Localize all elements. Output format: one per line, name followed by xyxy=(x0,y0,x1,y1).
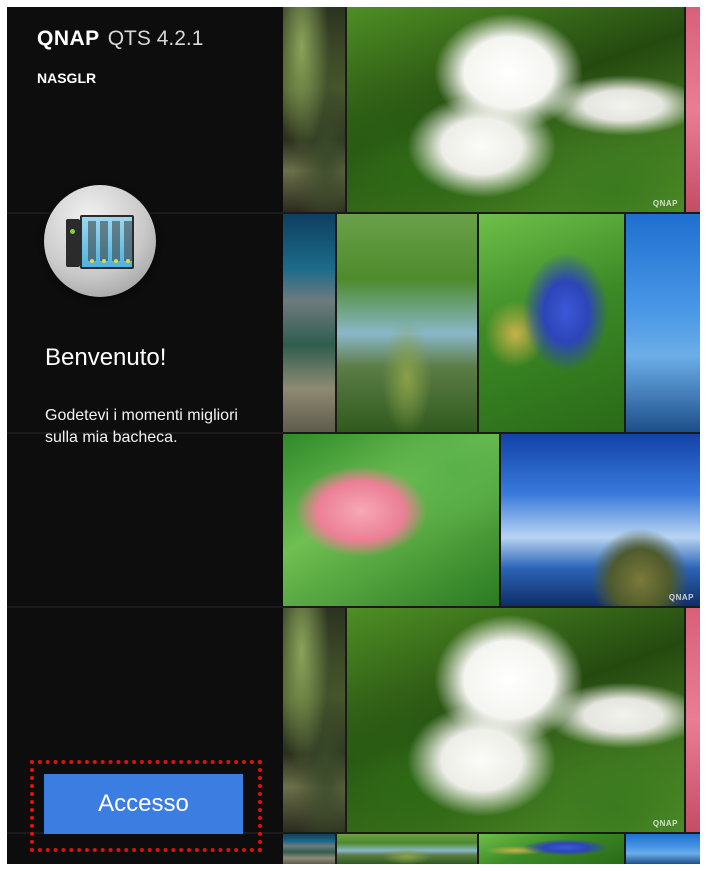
welcome-description: Godetevi i momenti migliori sulla mia ba… xyxy=(45,407,238,446)
photo-tile-pink-flower xyxy=(283,434,499,606)
watermark: QNAP xyxy=(652,819,678,828)
photo-tile-sea-house xyxy=(626,834,700,864)
firmware-version: QTS 4.2.1 xyxy=(107,27,204,50)
login-screen: QNAP QNAP QNAP QNAP QTS 4.2.1 NASGLR Ben… xyxy=(7,7,700,864)
photo-tile-blue-flower xyxy=(479,214,624,432)
photo-tile-coast xyxy=(283,214,335,432)
nas-hostname: NASGLR xyxy=(37,70,97,86)
welcome-panel: QNAP QTS 4.2.1 NASGLR Benvenuto! Godetevi… xyxy=(7,7,283,864)
photo-tile-white-flower: QNAP xyxy=(347,7,684,212)
photo-tile-forest xyxy=(283,608,345,832)
photo-tile-white-flower: QNAP xyxy=(347,608,684,832)
login-button[interactable]: Accesso xyxy=(44,774,243,834)
photo-tile-stream xyxy=(337,214,477,432)
nas-device-icon xyxy=(44,185,156,297)
photo-tile-island: QNAP xyxy=(501,434,700,606)
divider xyxy=(7,606,283,608)
brand-logo: QNAP xyxy=(37,27,100,50)
photo-tile-forest xyxy=(283,7,345,212)
photo-tile-coast xyxy=(283,834,335,864)
brand-header: QNAP QTS 4.2.1 xyxy=(37,27,203,51)
photo-tile-blue-flower xyxy=(479,834,624,864)
watermark: QNAP xyxy=(652,199,678,208)
photo-tile-stream xyxy=(337,834,477,864)
watermark: QNAP xyxy=(668,593,694,602)
photo-tile-pink-edge xyxy=(686,7,700,212)
photo-tile-sea-house xyxy=(626,214,700,432)
photo-tile-pink-edge xyxy=(686,608,700,832)
welcome-title: Benvenuto! xyxy=(45,344,167,371)
